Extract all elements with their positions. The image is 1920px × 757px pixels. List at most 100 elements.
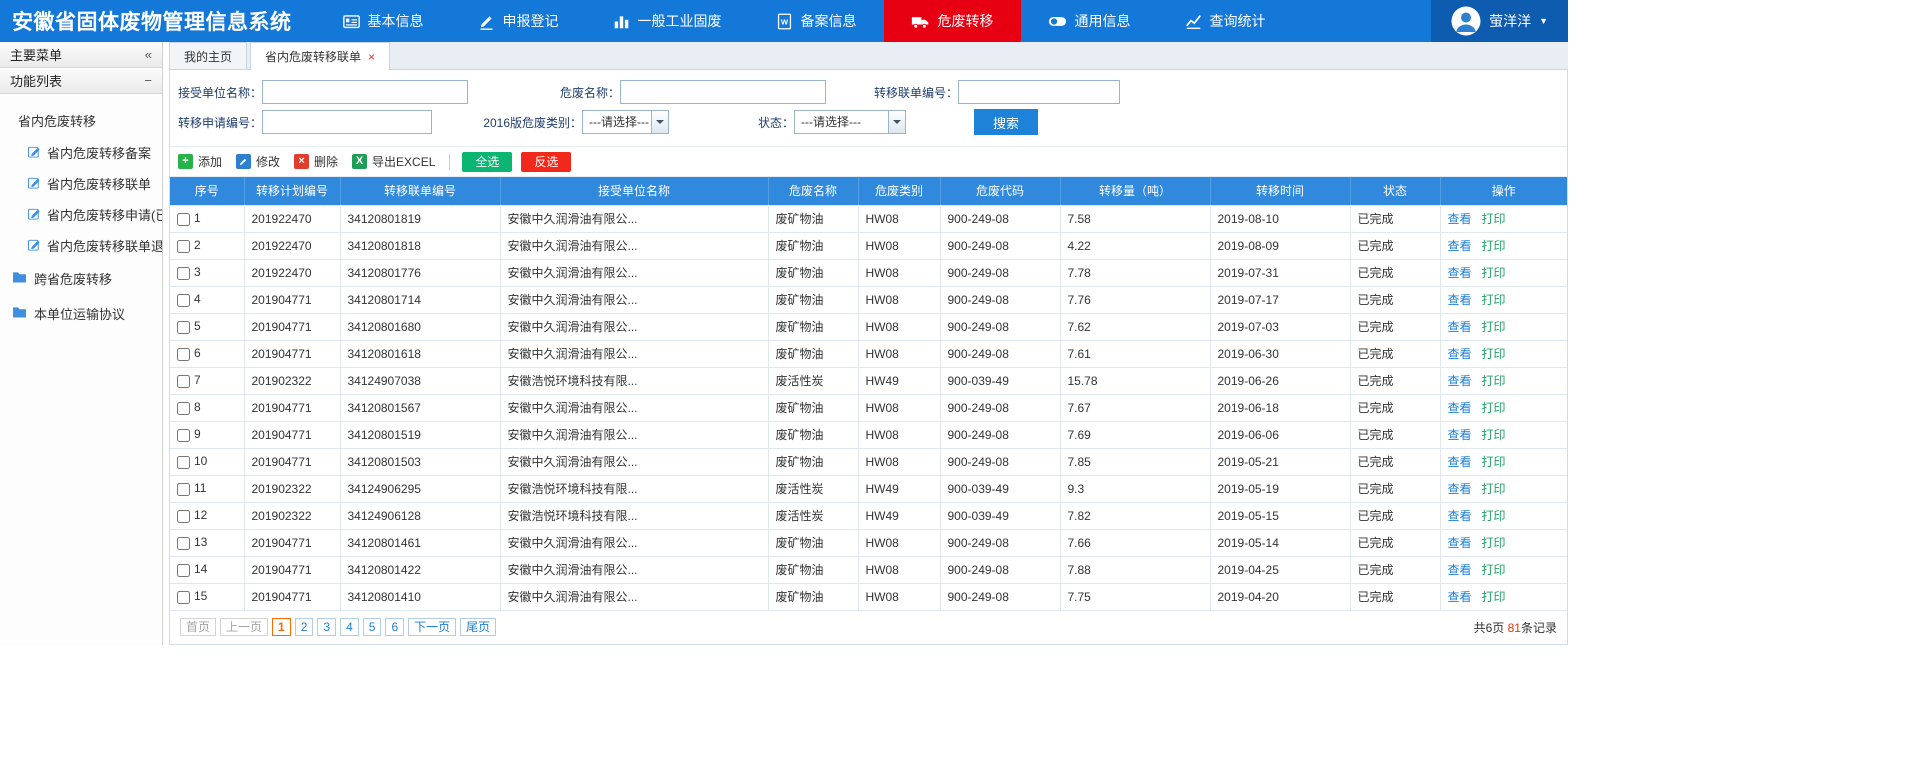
view-link[interactable]: 查看 xyxy=(1448,455,1472,469)
row-checkbox[interactable] xyxy=(177,483,190,496)
row-checkbox[interactable] xyxy=(177,510,190,523)
view-link[interactable]: 查看 xyxy=(1448,590,1472,604)
add-button[interactable]: + 添加 xyxy=(178,153,222,170)
nav-item-hazwaste-transfer[interactable]: 危废转移 xyxy=(884,0,1021,42)
sidebar-item-transfer-record[interactable]: 省内危废转移备案 xyxy=(0,137,162,168)
top-header: 安徽省固体废物管理信息系统 基本信息 申报登记 一般工业固废 W 备案信息 危废… xyxy=(0,0,1568,42)
print-link[interactable]: 打印 xyxy=(1482,212,1506,226)
print-link[interactable]: 打印 xyxy=(1482,347,1506,361)
view-link[interactable]: 查看 xyxy=(1448,212,1472,226)
print-link[interactable]: 打印 xyxy=(1482,266,1506,280)
row-checkbox[interactable] xyxy=(177,240,190,253)
view-link[interactable]: 查看 xyxy=(1448,320,1472,334)
pager-page-4[interactable]: 4 xyxy=(340,618,359,636)
invert-selection-button[interactable]: 反选 xyxy=(521,152,571,172)
row-checkbox[interactable] xyxy=(177,402,190,415)
view-link[interactable]: 查看 xyxy=(1448,347,1472,361)
pager-page-6[interactable]: 6 xyxy=(385,618,404,636)
print-link[interactable]: 打印 xyxy=(1482,320,1506,334)
row-checkbox[interactable] xyxy=(177,429,190,442)
pager-page-3[interactable]: 3 xyxy=(317,618,336,636)
row-checkbox[interactable] xyxy=(177,321,190,334)
pager-last-button[interactable]: 尾页 xyxy=(460,618,496,636)
collapse-sidebar-icon[interactable]: « xyxy=(145,47,152,62)
pager-page-1[interactable]: 1 xyxy=(272,618,291,636)
view-link[interactable]: 查看 xyxy=(1448,509,1472,523)
pager-prev-button[interactable]: 上一页 xyxy=(220,618,268,636)
edit-button[interactable]: 修改 xyxy=(236,153,280,170)
print-link[interactable]: 打印 xyxy=(1482,428,1506,442)
chevron-down-icon[interactable] xyxy=(888,111,905,133)
user-menu[interactable]: 萤洋洋 ▼ xyxy=(1431,0,1568,42)
print-link[interactable]: 打印 xyxy=(1482,536,1506,550)
select-all-button[interactable]: 全选 xyxy=(462,152,512,172)
receiver-name-input[interactable] xyxy=(262,80,468,104)
view-link[interactable]: 查看 xyxy=(1448,401,1472,415)
nav-item-declaration[interactable]: 申报登记 xyxy=(451,0,586,42)
cell-manifest-no: 34120801618 xyxy=(340,340,500,367)
cell-plan-no: 201904771 xyxy=(244,313,340,340)
tab-my-home[interactable]: 我的主页 xyxy=(169,42,247,69)
table-row: 15 201904771 34120801410 安徽中久润滑油有限公... 废… xyxy=(170,583,1567,610)
nav-item-query-statistics[interactable]: 查询统计 xyxy=(1158,0,1293,42)
search-button[interactable]: 搜索 xyxy=(974,109,1038,135)
row-checkbox[interactable] xyxy=(177,213,190,226)
view-link[interactable]: 查看 xyxy=(1448,374,1472,388)
pencil-icon xyxy=(236,154,251,169)
view-link[interactable]: 查看 xyxy=(1448,239,1472,253)
category-select[interactable]: ---请选择--- xyxy=(582,110,669,134)
print-link[interactable]: 打印 xyxy=(1482,293,1506,307)
row-checkbox[interactable] xyxy=(177,537,190,550)
row-checkbox[interactable] xyxy=(177,267,190,280)
nav-item-general-info[interactable]: 通用信息 xyxy=(1021,0,1158,42)
view-link[interactable]: 查看 xyxy=(1448,563,1472,577)
print-link[interactable]: 打印 xyxy=(1482,455,1506,469)
print-link[interactable]: 打印 xyxy=(1482,509,1506,523)
nav-item-filing-info[interactable]: W 备案信息 xyxy=(749,0,884,42)
row-number: 2 xyxy=(194,238,201,252)
print-link[interactable]: 打印 xyxy=(1482,374,1506,388)
export-excel-button[interactable]: X 导出EXCEL xyxy=(352,153,435,170)
row-checkbox[interactable] xyxy=(177,456,190,469)
status-select[interactable]: ---请选择--- xyxy=(794,110,906,134)
minimize-panel-icon[interactable]: − xyxy=(144,73,152,88)
tab-transfer-manifest[interactable]: 省内危废转移联单 × xyxy=(250,42,390,70)
sidebar-group-provincial-transfer[interactable]: 省内危废转移 xyxy=(0,104,162,137)
print-link[interactable]: 打印 xyxy=(1482,239,1506,253)
row-checkbox[interactable] xyxy=(177,348,190,361)
cell-amount: 7.62 xyxy=(1060,313,1210,340)
sidebar-item-manifest-return[interactable]: 省内危废转移联单退... xyxy=(0,230,162,261)
cell-code: 900-039-49 xyxy=(940,502,1060,529)
delete-button[interactable]: × 删除 xyxy=(294,153,338,170)
sidebar-item-cross-province-transfer[interactable]: 跨省危废转移 xyxy=(0,261,162,296)
pager-next-button[interactable]: 下一页 xyxy=(408,618,456,636)
nav-item-basic-info[interactable]: 基本信息 xyxy=(316,0,451,42)
view-link[interactable]: 查看 xyxy=(1448,266,1472,280)
function-list-title: 功能列表 xyxy=(10,71,62,90)
print-link[interactable]: 打印 xyxy=(1482,563,1506,577)
pager-page-5[interactable]: 5 xyxy=(363,618,382,636)
apply-no-input[interactable] xyxy=(262,110,432,134)
view-link[interactable]: 查看 xyxy=(1448,482,1472,496)
sidebar-item-transfer-apply[interactable]: 省内危废转移申请(已... xyxy=(0,199,162,230)
manifest-no-input[interactable] xyxy=(958,80,1120,104)
close-icon[interactable]: × xyxy=(368,51,375,63)
chevron-down-icon[interactable] xyxy=(651,111,668,133)
pager-first-button[interactable]: 首页 xyxy=(180,618,216,636)
print-link[interactable]: 打印 xyxy=(1482,401,1506,415)
row-checkbox[interactable] xyxy=(177,591,190,604)
waste-name-input[interactable] xyxy=(620,80,826,104)
print-link[interactable]: 打印 xyxy=(1482,590,1506,604)
nav-item-industrial-waste[interactable]: 一般工业固废 xyxy=(586,0,749,42)
row-checkbox[interactable] xyxy=(177,294,190,307)
view-link[interactable]: 查看 xyxy=(1448,536,1472,550)
view-link[interactable]: 查看 xyxy=(1448,293,1472,307)
sidebar-item-transfer-manifest[interactable]: 省内危废转移联单 xyxy=(0,168,162,199)
print-link[interactable]: 打印 xyxy=(1482,482,1506,496)
pager-page-2[interactable]: 2 xyxy=(295,618,314,636)
row-checkbox[interactable] xyxy=(177,564,190,577)
cell-status: 已完成 xyxy=(1350,259,1440,286)
sidebar-item-transport-agreement[interactable]: 本单位运输协议 xyxy=(0,296,162,331)
row-checkbox[interactable] xyxy=(177,375,190,388)
view-link[interactable]: 查看 xyxy=(1448,428,1472,442)
